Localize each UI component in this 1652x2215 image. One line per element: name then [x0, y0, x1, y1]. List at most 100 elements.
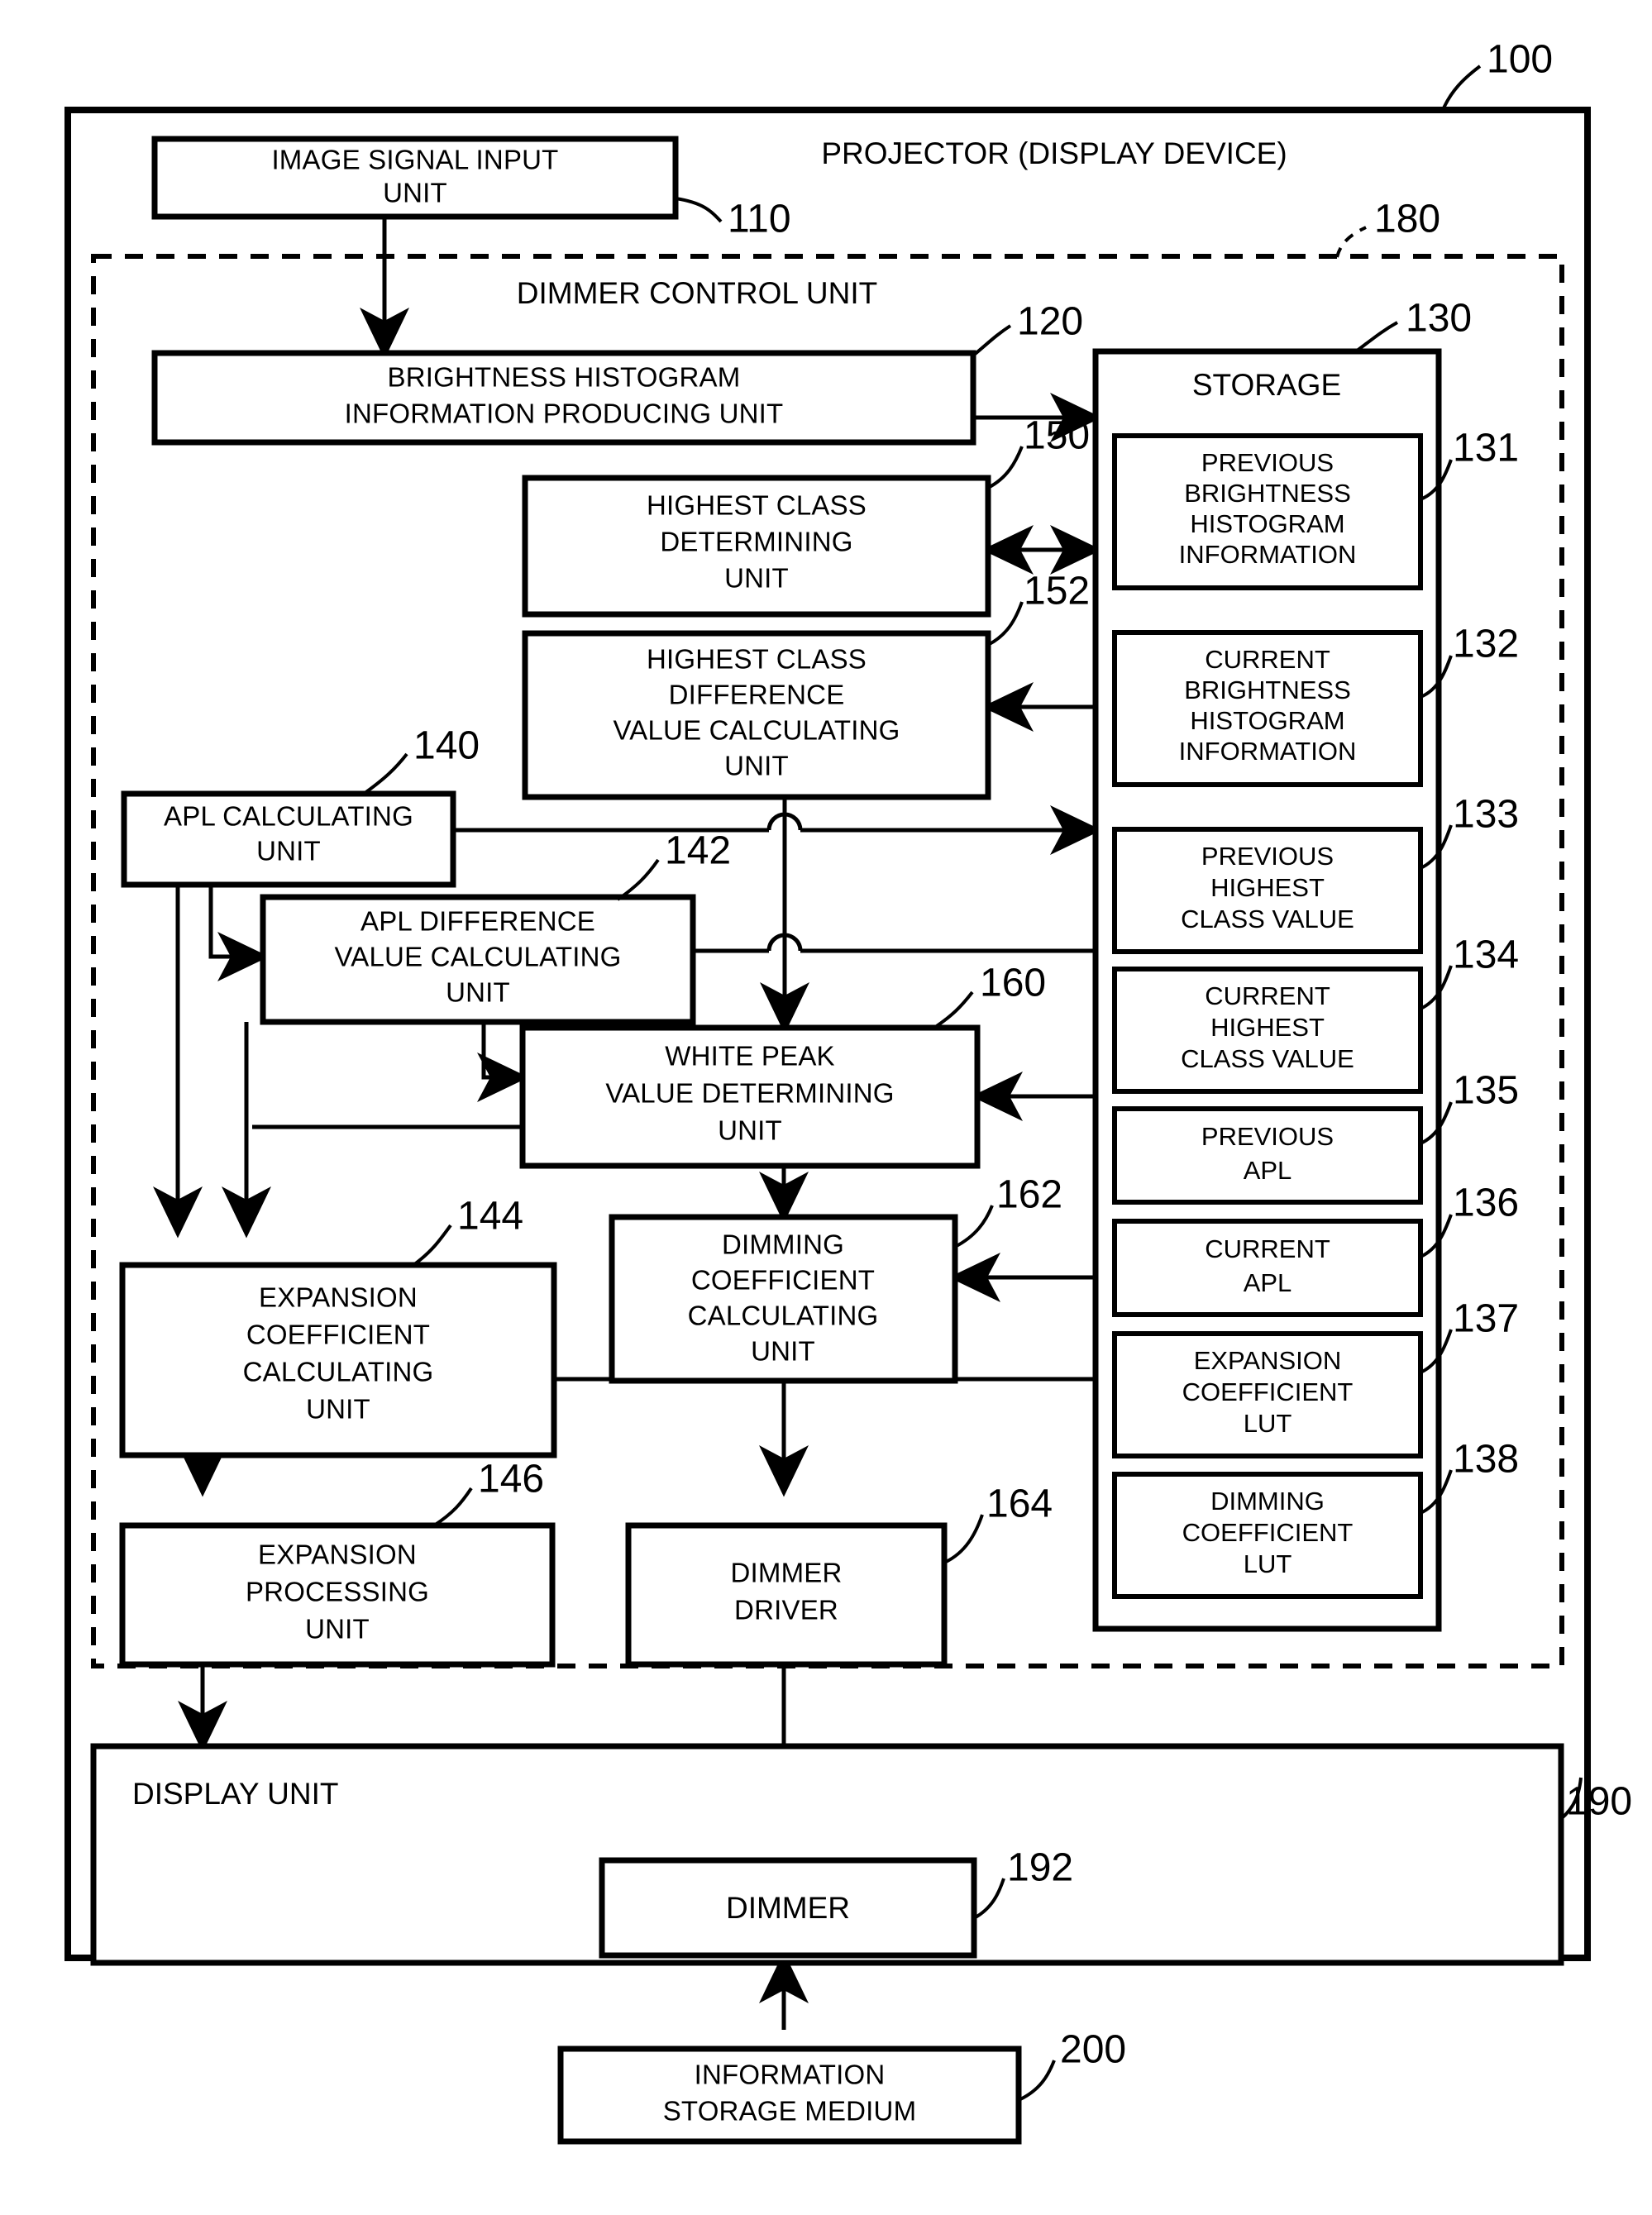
storage-132-line3: HISTOGRAM — [1190, 706, 1344, 735]
storage-131-line4: INFORMATION — [1179, 540, 1357, 569]
hcdiff-line2: DIFFERENCE — [669, 680, 845, 710]
ref-137: 137 — [1453, 1297, 1519, 1341]
storage-132-line1: CURRENT — [1205, 645, 1330, 674]
hcdiff-line4: UNIT — [724, 751, 789, 781]
dimmer-title: DIMMER — [726, 1891, 850, 1925]
dimdriver-line1: DIMMER — [730, 1558, 842, 1588]
ref-150: 150 — [1024, 414, 1090, 458]
storage-135-line2: APL — [1244, 1156, 1292, 1185]
brightness-histogram-line2: INFORMATION PRODUCING UNIT — [345, 399, 784, 429]
patent-figure-canvas: IMAGE SIGNAL INPUT UNIT 110 PROJECTOR (D… — [0, 0, 1652, 2215]
expcoef-line2: COEFFICIENT — [246, 1320, 430, 1350]
ref-180: 180 — [1374, 198, 1440, 241]
hcdiff-line1: HIGHEST CLASS — [647, 644, 867, 675]
storage-131-line1: PREVIOUS — [1201, 448, 1334, 477]
leader-142 — [616, 858, 660, 901]
block-image-signal-input-unit[interactable]: IMAGE SIGNAL INPUT UNIT — [151, 136, 679, 220]
ref-192: 192 — [1007, 1846, 1073, 1890]
block-expansion-processing-unit[interactable]: EXPANSION PROCESSING UNIT — [119, 1522, 556, 1668]
ref-120: 120 — [1017, 300, 1083, 344]
block-diagram: IMAGE SIGNAL INPUT UNIT 110 PROJECTOR (D… — [64, 38, 1632, 2145]
ref-164: 164 — [986, 1482, 1053, 1526]
storage-title: STORAGE — [1192, 368, 1341, 402]
storage-item-136[interactable]: CURRENT APL — [1112, 1219, 1423, 1317]
leader-150 — [987, 446, 1024, 489]
block-highest-class-difference-unit[interactable]: HIGHEST CLASS DIFFERENCE VALUE CALCULATI… — [522, 630, 991, 800]
storage-item-131[interactable]: PREVIOUS BRIGHTNESS HISTOGRAM INFORMATIO… — [1112, 433, 1423, 590]
block-brightness-histogram-unit[interactable]: BRIGHTNESS HISTOGRAM INFORMATION PRODUCI… — [151, 350, 976, 446]
ref-100: 100 — [1487, 38, 1553, 82]
storage-137-line1: EXPANSION — [1194, 1346, 1342, 1375]
apldiff-line2: VALUE CALCULATING — [335, 942, 622, 972]
storage-item-133[interactable]: PREVIOUS HIGHEST CLASS VALUE — [1112, 827, 1423, 954]
expproc-line2: PROCESSING — [246, 1577, 429, 1607]
ref-162: 162 — [996, 1173, 1062, 1217]
storage-132-line4: INFORMATION — [1179, 737, 1357, 766]
leader-200 — [1018, 2060, 1056, 2102]
dimmer-control-unit-title: DIMMER CONTROL UNIT — [517, 276, 877, 310]
storage-136-line2: APL — [1244, 1268, 1292, 1297]
leader-144 — [412, 1224, 452, 1267]
brightness-histogram-line1: BRIGHTNESS HISTOGRAM — [388, 362, 741, 393]
storage-138-line1: DIMMING — [1210, 1487, 1325, 1516]
storage-item-138[interactable]: DIMMING COEFFICIENT LUT — [1112, 1472, 1423, 1599]
apl-line2: UNIT — [256, 836, 321, 866]
storage-136-line1: CURRENT — [1205, 1234, 1330, 1263]
leader-100 — [1441, 64, 1482, 111]
hcdu-line1: HIGHEST CLASS — [647, 490, 867, 521]
storage-133-line1: PREVIOUS — [1201, 842, 1334, 871]
ref-130: 130 — [1406, 297, 1472, 341]
leader-140 — [362, 752, 408, 795]
block-apl-calculating-unit[interactable]: APL CALCULATING UNIT — [121, 790, 456, 888]
display-unit-title: DISPLAY UNIT — [132, 1777, 338, 1811]
storage-131-line3: HISTOGRAM — [1190, 509, 1344, 538]
ref-132: 132 — [1453, 623, 1519, 666]
block-dimmer-driver[interactable]: DIMMER DRIVER — [625, 1522, 948, 1668]
leader-130 — [1354, 321, 1398, 353]
hcdiff-line3: VALUE CALCULATING — [614, 715, 900, 746]
storage-138-line2: COEFFICIENT — [1182, 1518, 1354, 1547]
leader-164 — [943, 1514, 984, 1564]
dimdriver-line2: DRIVER — [734, 1595, 838, 1625]
whitepeak-line1: WHITE PEAK — [665, 1041, 835, 1072]
leader-152 — [987, 601, 1024, 647]
ref-135: 135 — [1453, 1069, 1519, 1113]
storage-133-line2: HIGHEST — [1210, 873, 1325, 902]
storage-item-137[interactable]: EXPANSION COEFFICIENT LUT — [1112, 1331, 1423, 1458]
block-highest-class-determining-unit[interactable]: HIGHEST CLASS DETERMINING UNIT — [522, 475, 991, 618]
leader-146 — [432, 1487, 473, 1527]
expcoef-line4: UNIT — [306, 1394, 370, 1425]
medium-line2: STORAGE MEDIUM — [663, 2096, 917, 2127]
medium-line1: INFORMATION — [695, 2060, 886, 2090]
ref-136: 136 — [1453, 1181, 1519, 1225]
image-signal-input-line1: IMAGE SIGNAL INPUT — [271, 145, 558, 175]
connector-apldiff-to-whitepeak — [477, 1022, 529, 1102]
storage-134-line2: HIGHEST — [1210, 1013, 1325, 1042]
dimcoef-line3: CALCULATING — [688, 1301, 879, 1331]
block-dimming-coefficient-unit[interactable]: DIMMING COEFFICIENT CALCULATING UNIT — [609, 1214, 958, 1384]
ref-146: 146 — [478, 1458, 544, 1501]
storage-item-134[interactable]: CURRENT HIGHEST CLASS VALUE — [1112, 967, 1423, 1094]
block-dimmer[interactable]: DIMMER — [599, 1857, 977, 1959]
storage-item-132[interactable]: CURRENT BRIGHTNESS HISTOGRAM INFORMATION — [1112, 630, 1423, 787]
ref-144: 144 — [457, 1195, 523, 1239]
leader-160 — [933, 991, 974, 1029]
block-apl-difference-unit[interactable]: APL DIFFERENCE VALUE CALCULATING UNIT — [260, 894, 696, 1025]
ref-138: 138 — [1453, 1438, 1519, 1482]
apldiff-line3: UNIT — [446, 977, 510, 1008]
expcoef-line1: EXPANSION — [259, 1282, 418, 1313]
storage-item-135[interactable]: PREVIOUS APL — [1112, 1106, 1423, 1205]
dimcoef-line1: DIMMING — [722, 1229, 844, 1260]
whitepeak-line2: VALUE DETERMINING — [605, 1078, 894, 1109]
dimcoef-line2: COEFFICIENT — [691, 1265, 875, 1296]
hcdu-line2: DETERMINING — [660, 527, 852, 557]
block-expansion-coefficient-unit[interactable]: EXPANSION COEFFICIENT CALCULATING UNIT — [119, 1262, 557, 1458]
ref-152: 152 — [1024, 570, 1090, 613]
storage-133-line3: CLASS VALUE — [1181, 905, 1354, 933]
block-information-storage-medium[interactable]: INFORMATION STORAGE MEDIUM — [557, 2046, 1022, 2145]
block-white-peak-value-unit[interactable]: WHITE PEAK VALUE DETERMINING UNIT — [519, 1024, 981, 1169]
storage-135-line1: PREVIOUS — [1201, 1122, 1334, 1151]
ref-200: 200 — [1060, 2028, 1126, 2072]
expproc-line3: UNIT — [305, 1614, 370, 1645]
leader-162 — [954, 1205, 994, 1248]
